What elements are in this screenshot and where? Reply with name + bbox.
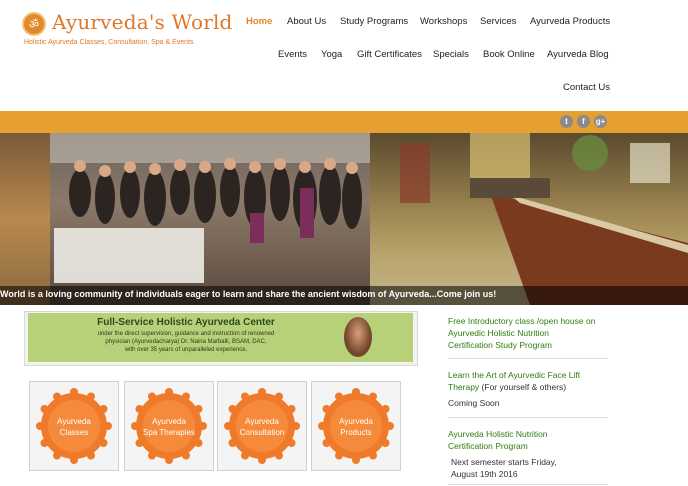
tile-ayurveda-consultation[interactable]: Ayurveda Consultation: [217, 381, 307, 471]
tile-label-line2: Spa Therapies: [143, 428, 195, 437]
news-face-lift-therapy[interactable]: Therapy: [448, 382, 479, 392]
nav-events[interactable]: Events: [278, 49, 307, 60]
banner-caption: World is a loving community of individua…: [0, 289, 497, 299]
svg-text:ॐ: ॐ: [29, 18, 39, 31]
news-link-intro-class-line3[interactable]: Certification Study Program: [448, 339, 552, 351]
nav-gift-certificates[interactable]: Gift Certificates: [357, 49, 422, 60]
site-logo[interactable]: ॐ Ayurveda's World Holistic Ayurveda Cla…: [22, 10, 232, 52]
logo-subtitle: Holistic Ayurveda Classes, Consultation,…: [24, 39, 194, 46]
facebook-icon[interactable]: f: [577, 115, 590, 128]
promo-line-2: physician (Ayurvedacharya) Dr. Naina Mar…: [105, 339, 267, 345]
news-link-nutrition-program-line2[interactable]: Certification Program: [448, 440, 528, 452]
nav-ayurveda-blog[interactable]: Ayurveda Blog: [547, 49, 609, 60]
nav-about-us[interactable]: About Us: [287, 16, 326, 27]
banner-photo-group: [50, 133, 370, 305]
tile-label-line1: Ayurveda: [339, 417, 373, 426]
nav-book-online[interactable]: Book Online: [483, 49, 535, 60]
google-plus-icon[interactable]: g+: [594, 115, 607, 128]
nav-ayurveda-products[interactable]: Ayurveda Products: [530, 16, 610, 27]
news-link-face-lift-line1[interactable]: Learn the Art of Ayurvedic Face Lift: [448, 369, 580, 381]
tile-label-line2: Consultation: [239, 428, 285, 437]
nav-contact-us[interactable]: Contact Us: [563, 82, 610, 93]
promo-line-1: under the direct supervision, guidance a…: [97, 331, 275, 337]
tile-label-line1: Ayurveda: [245, 417, 279, 426]
promo-title: Full-Service Holistic Ayurveda Center: [97, 317, 275, 328]
hero-banner[interactable]: World is a loving community of individua…: [0, 133, 688, 305]
tile-ayurveda-classes[interactable]: Ayurveda Classes: [29, 381, 119, 471]
tile-ayurveda-products[interactable]: Ayurveda Products: [311, 381, 401, 471]
tile-ayurveda-spa-therapies[interactable]: Ayurveda Spa Therapies: [124, 381, 214, 471]
om-icon: ॐ: [22, 12, 46, 36]
banner-photo-left: [0, 133, 50, 305]
doctor-photo: [344, 317, 372, 357]
tile-label-line1: Ayurveda: [152, 417, 186, 426]
sidebar-divider: [448, 417, 608, 418]
news-nutrition-semester-line1: Next semester starts Friday,: [451, 457, 557, 467]
tile-label-line2: Classes: [59, 428, 89, 437]
news-face-lift-note: (For yourself & others): [479, 382, 567, 392]
news-link-nutrition-program-line1[interactable]: Ayurveda Holistic Nutrition: [448, 428, 548, 440]
nav-specials[interactable]: Specials: [433, 49, 469, 60]
news-link-intro-class-line1[interactable]: Free Introductory class /open house on: [448, 315, 595, 327]
nav-home[interactable]: Home: [246, 16, 272, 27]
logo-title: Ayurveda's World: [52, 10, 233, 34]
tile-label-line2: Products: [340, 428, 372, 437]
nav-workshops[interactable]: Workshops: [420, 16, 467, 27]
nav-services[interactable]: Services: [480, 16, 516, 27]
sidebar-divider: [448, 358, 608, 359]
news-link-face-lift-line2[interactable]: Therapy (For yourself & others): [448, 381, 566, 393]
tile-label-line1: Ayurveda: [57, 417, 91, 426]
twitter-icon[interactable]: t: [560, 115, 573, 128]
news-nutrition-semester-line2: August 19th 2016: [451, 469, 518, 479]
nav-study-programs[interactable]: Study Programs: [340, 16, 408, 27]
sidebar-divider: [448, 484, 608, 485]
news-link-intro-class-line2[interactable]: Ayurvedic Holistic Nutrition: [448, 327, 549, 339]
promo-line-3: with over 35 years of unparalleled exper…: [124, 347, 248, 353]
news-face-lift-status: Coming Soon: [448, 398, 500, 408]
nav-yoga[interactable]: Yoga: [321, 49, 342, 60]
banner-photo-room: [370, 133, 688, 305]
